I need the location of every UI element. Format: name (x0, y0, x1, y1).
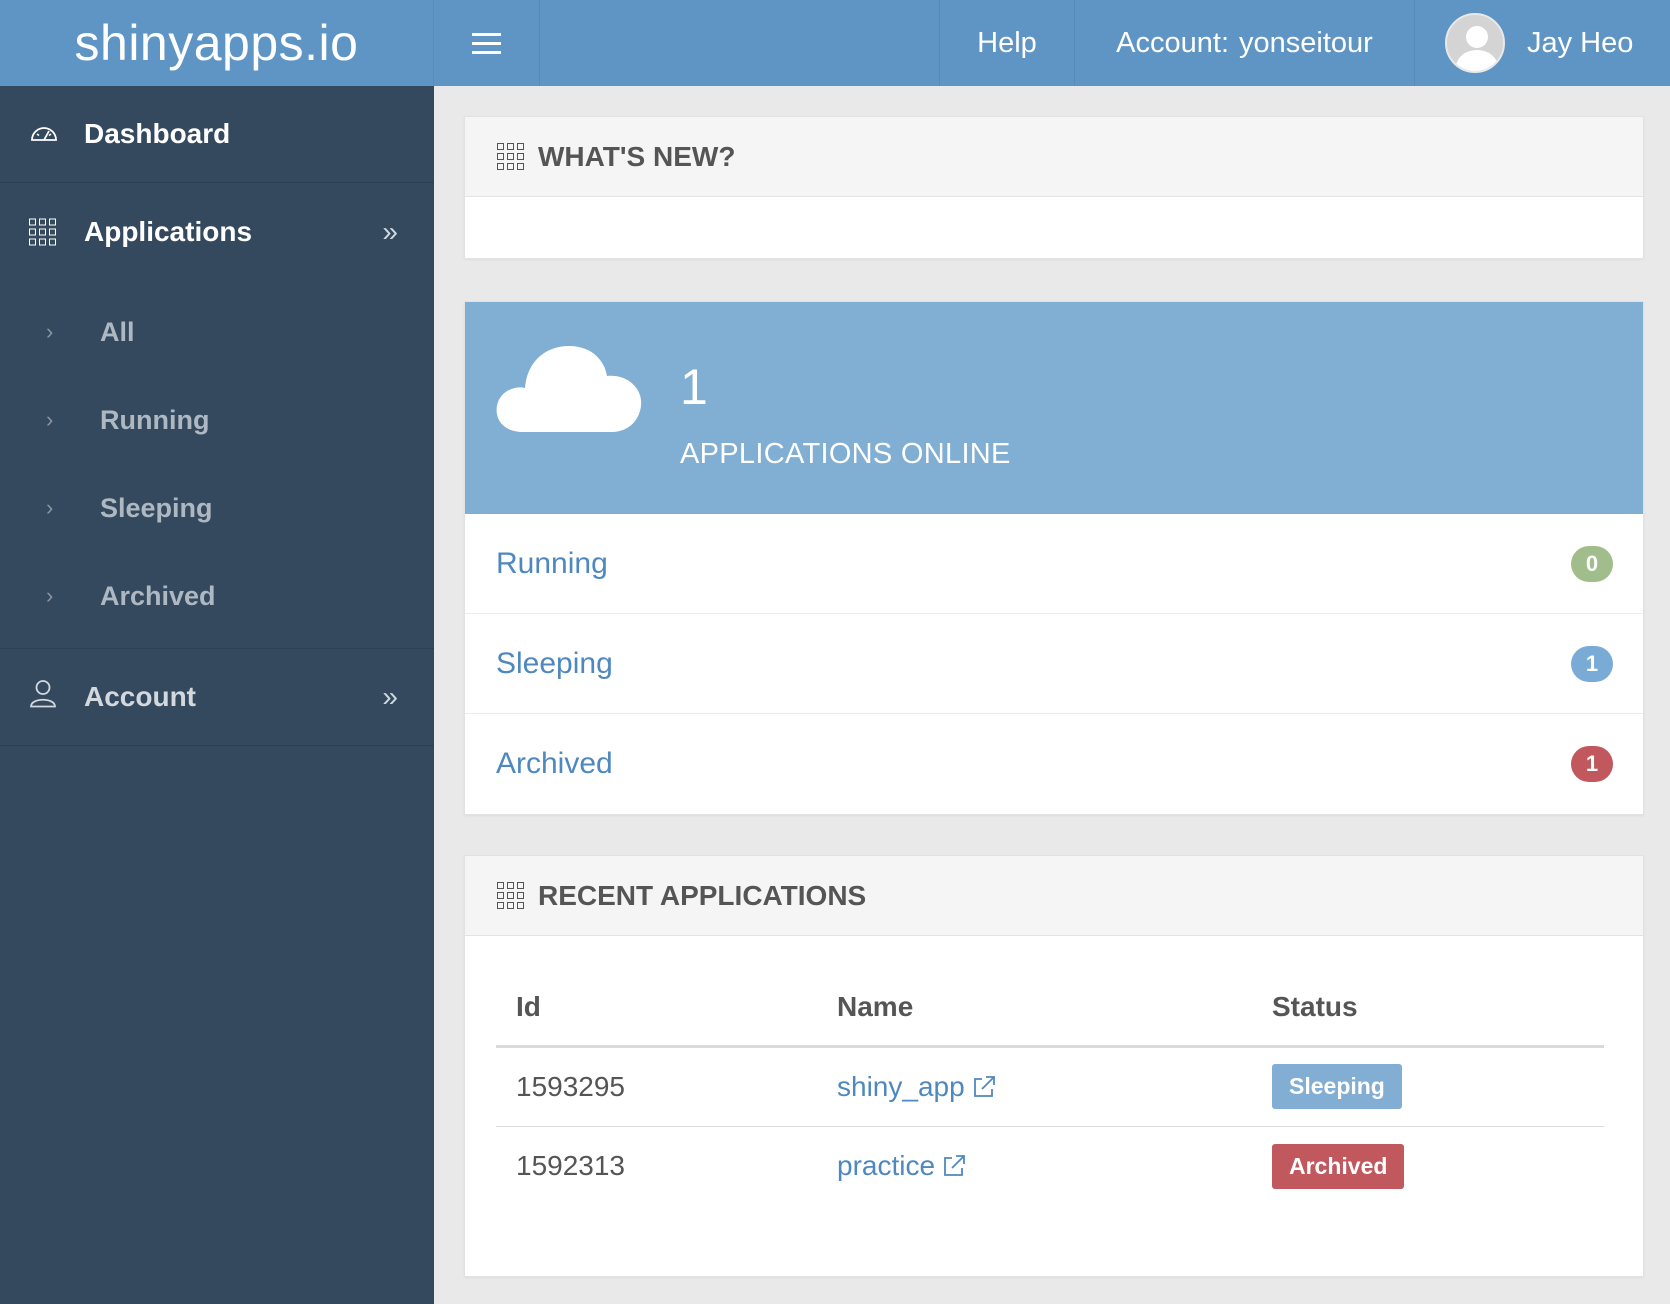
sidebar-item-label: Applications (84, 215, 253, 247)
sidebar-subitem-label: All (100, 316, 135, 347)
menu-toggle-button[interactable] (434, 0, 540, 86)
whats-new-panel: WHAT'S NEW? (464, 116, 1644, 259)
panel-header: RECENT APPLICATIONS (465, 856, 1643, 936)
app-id: 1592313 (516, 1150, 626, 1182)
grid-icon (29, 218, 56, 245)
sidebar-subitem-archived[interactable]: › Archived (0, 552, 434, 640)
table-header-row: Id Name Status (496, 936, 1604, 1048)
sidebar-subitem-sleeping[interactable]: › Sleeping (0, 464, 434, 552)
external-link-icon (944, 1155, 965, 1177)
applications-online-count: 1 (680, 359, 708, 415)
app-id: 1593295 (496, 1046, 817, 1127)
status-badge: Sleeping (1272, 1064, 1402, 1109)
stat-row-label: Archived (496, 747, 613, 780)
applications-online-summary: 1 APPLICATIONS ONLINE (465, 302, 1643, 514)
sidebar: Dashboard Applications » › All › Running… (0, 86, 434, 1304)
help-link[interactable]: Help (939, 0, 1075, 86)
applications-stats-panel: 1 APPLICATIONS ONLINE Running 0 Sleeping… (464, 301, 1644, 815)
sidebar-item-label: Dashboard (84, 118, 231, 149)
sidebar-item-account[interactable]: Account » (0, 649, 434, 746)
chevron-right-icon: › (46, 407, 54, 432)
count-badge: 1 (1571, 746, 1613, 782)
column-header-id: Id (496, 936, 817, 1048)
user-menu[interactable]: Jay Heo (1415, 0, 1670, 86)
panel-header: WHAT'S NEW? (465, 117, 1643, 197)
applications-submenu: › All › Running › Sleeping › Archived (0, 280, 434, 649)
sidebar-subitem-all[interactable]: › All (0, 288, 434, 376)
account-name: yonseitour (1239, 26, 1373, 59)
column-header-status: Status (1252, 936, 1604, 1048)
hamburger-icon (472, 27, 501, 60)
grid-icon (497, 882, 524, 909)
dashboard-gauge-icon (29, 118, 59, 150)
account-label: Account: (1116, 26, 1230, 59)
brand-logo[interactable]: shinyapps.io (0, 0, 434, 86)
stat-row-archived[interactable]: Archived 1 (465, 714, 1643, 814)
table-row: 1593295 shiny_app Sleeping (496, 1046, 1604, 1127)
recent-applications-panel: RECENT APPLICATIONS Id Name Status 15932… (464, 855, 1644, 1277)
sidebar-subitem-label: Sleeping (100, 492, 213, 523)
double-chevron-right-icon: » (382, 681, 398, 712)
chevron-right-icon: › (46, 319, 54, 344)
stat-row-sleeping[interactable]: Sleeping 1 (465, 614, 1643, 714)
table-row: 1592313 practice Archived (496, 1126, 1604, 1206)
sidebar-subitem-label: Running (100, 404, 210, 435)
panel-title: WHAT'S NEW? (538, 140, 736, 172)
chevron-right-icon: › (46, 583, 54, 608)
app-name: shiny_app (837, 1070, 965, 1102)
sidebar-item-dashboard[interactable]: Dashboard (0, 86, 434, 183)
sidebar-subitem-label: Archived (100, 580, 216, 611)
sidebar-item-label: Account (84, 681, 196, 712)
count-badge: 1 (1571, 645, 1613, 682)
recent-applications-table: Id Name Status 1593295 shiny_app Sleepin… (496, 936, 1604, 1206)
sidebar-subitem-running[interactable]: › Running (0, 376, 434, 464)
stat-row-label: Running (496, 546, 608, 580)
stat-row-label: Sleeping (496, 646, 613, 680)
account-menu[interactable]: Account: yonseitour (1075, 0, 1415, 86)
applications-online-label: APPLICATIONS ONLINE (680, 438, 1011, 470)
count-badge: 0 (1571, 545, 1613, 582)
stat-row-running[interactable]: Running 0 (465, 514, 1643, 614)
user-name: Jay Heo (1527, 26, 1634, 59)
column-header-name: Name (817, 936, 1252, 1048)
app-name-link[interactable]: practice (837, 1150, 967, 1182)
cloud-icon (493, 334, 645, 439)
status-badge: Archived (1272, 1143, 1405, 1189)
external-link-icon (973, 1075, 995, 1097)
top-navbar: shinyapps.io Help Account: yonseitour Ja… (0, 0, 1670, 86)
avatar (1445, 13, 1505, 73)
sidebar-item-applications[interactable]: Applications » (0, 183, 434, 280)
app-name-link[interactable]: shiny_app (837, 1071, 997, 1103)
user-icon (29, 679, 57, 716)
panel-title: RECENT APPLICATIONS (538, 879, 867, 911)
chevron-right-icon: › (46, 495, 54, 520)
grid-icon (497, 143, 524, 170)
app-name: practice (837, 1150, 936, 1182)
double-chevron-right-icon: » (382, 215, 398, 247)
